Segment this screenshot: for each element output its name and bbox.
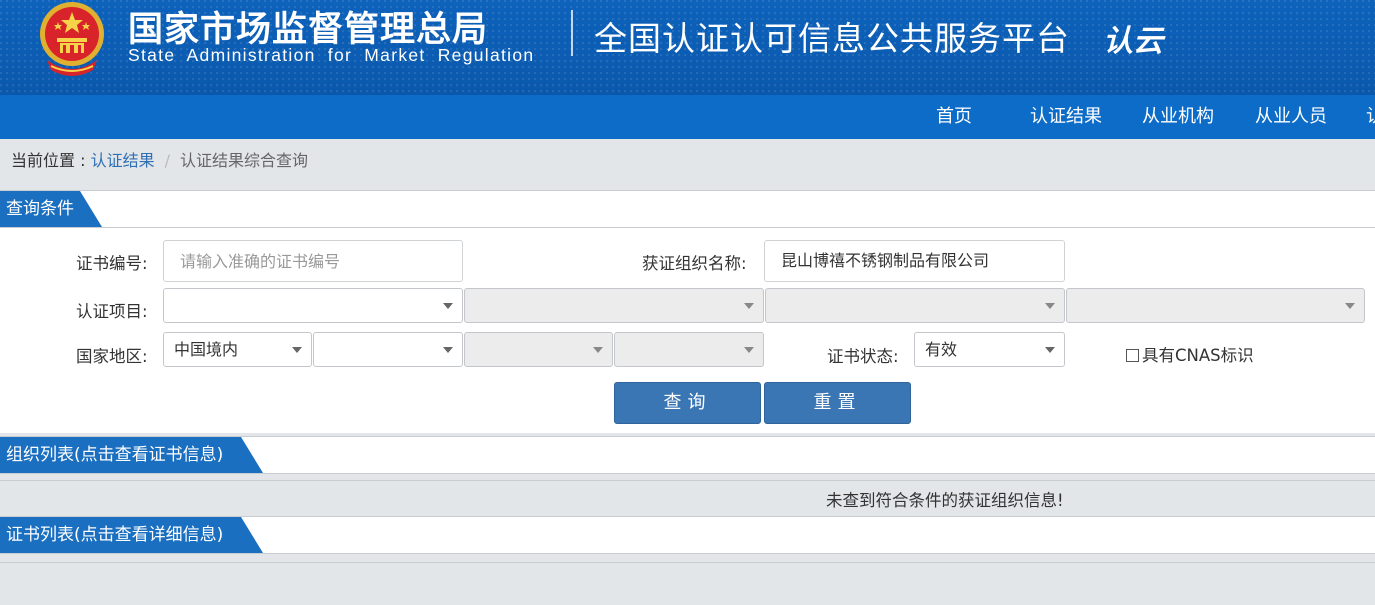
cert-project-select-3[interactable] xyxy=(765,288,1065,323)
chevron-down-icon xyxy=(593,347,603,353)
org-name-input[interactable]: 昆山博禧不锈钢制品有限公司 xyxy=(764,240,1065,282)
nav-item-personnel[interactable]: 从业人员 xyxy=(1255,95,1327,139)
nav-item-institutions[interactable]: 从业机构 xyxy=(1142,95,1214,139)
cert-number-input[interactable] xyxy=(163,240,463,282)
nav-item-truncated[interactable]: 认 xyxy=(1366,95,1375,139)
query-form: 证书编号: 获证组织名称: 昆山博禧不锈钢制品有限公司 认证项目: 国家地区: … xyxy=(0,228,1375,433)
cert-project-select-4[interactable] xyxy=(1066,288,1365,323)
org-list-title: 组织列表(点击查看证书信息) xyxy=(0,437,263,473)
cert-project-select-1[interactable] xyxy=(163,288,463,323)
org-name-label: 获证组织名称: xyxy=(642,254,747,273)
chevron-down-icon xyxy=(443,347,453,353)
cnas-checkbox-label: 具有CNAS标识 xyxy=(1142,346,1254,365)
site-header: 国家市场监督管理总局 State Administration for Mark… xyxy=(0,0,1375,95)
breadcrumb-separator: / xyxy=(164,151,170,170)
cert-list-title: 证书列表(点击查看详细信息) xyxy=(0,517,263,553)
chevron-down-icon xyxy=(1345,303,1355,309)
platform-title: 全国认证认可信息公共服务平台 xyxy=(594,19,1070,58)
platform-logo: 认云 xyxy=(1103,24,1163,59)
cert-list-header: 证书列表(点击查看详细信息) xyxy=(0,516,1375,554)
region-label: 国家地区: xyxy=(76,347,148,366)
chevron-down-icon xyxy=(744,347,754,353)
nav-item-home[interactable]: 首页 xyxy=(936,95,972,139)
query-section-title: 查询条件 xyxy=(0,191,102,227)
cert-list-body xyxy=(0,562,1375,605)
org-list-empty-message: 未查到符合条件的获证组织信息! xyxy=(826,491,1064,510)
cert-status-label: 证书状态: xyxy=(827,347,899,366)
main-nav: 首页 认证结果 从业机构 从业人员 认 xyxy=(0,95,1375,139)
national-emblem-icon[interactable] xyxy=(33,0,111,78)
region-select-4[interactable] xyxy=(614,332,764,367)
region-select-3[interactable] xyxy=(464,332,613,367)
chevron-down-icon xyxy=(443,303,453,309)
cert-status-select[interactable]: 有效 xyxy=(914,332,1065,367)
reset-button[interactable]: 重置 xyxy=(764,382,911,424)
query-section-header: 查询条件 xyxy=(0,190,1375,228)
chevron-down-icon xyxy=(292,347,302,353)
header-divider xyxy=(571,10,573,56)
region-select-1-value: 中国境内 xyxy=(174,340,239,359)
region-select-1[interactable]: 中国境内 xyxy=(163,332,312,367)
nav-item-cert-results[interactable]: 认证结果 xyxy=(1030,95,1102,139)
region-select-2[interactable] xyxy=(313,332,463,367)
breadcrumb-link-cert-results[interactable]: 认证结果 xyxy=(91,151,155,170)
breadcrumb-current: 认证结果综合查询 xyxy=(179,151,308,170)
chevron-down-icon xyxy=(1045,303,1055,309)
cert-project-label: 认证项目: xyxy=(76,302,148,321)
search-button[interactable]: 查询 xyxy=(614,382,761,424)
agency-name-en: State Administration for Market Regulati… xyxy=(128,45,535,65)
cnas-checkbox[interactable]: 具有CNAS标识 xyxy=(1126,342,1254,366)
org-list-header: 组织列表(点击查看证书信息) xyxy=(0,436,1375,474)
cert-number-label: 证书编号: xyxy=(76,254,148,273)
breadcrumb: 当前位置 : 认证结果 / 认证结果综合查询 xyxy=(0,139,1375,183)
org-list-empty-row: 未查到符合条件的获证组织信息! xyxy=(0,480,1375,516)
chevron-down-icon xyxy=(744,303,754,309)
breadcrumb-prefix: 当前位置 : xyxy=(11,151,91,170)
checkbox-icon[interactable] xyxy=(1126,349,1139,362)
cert-project-select-2[interactable] xyxy=(464,288,764,323)
chevron-down-icon xyxy=(1045,347,1055,353)
cert-status-value: 有效 xyxy=(925,340,958,359)
